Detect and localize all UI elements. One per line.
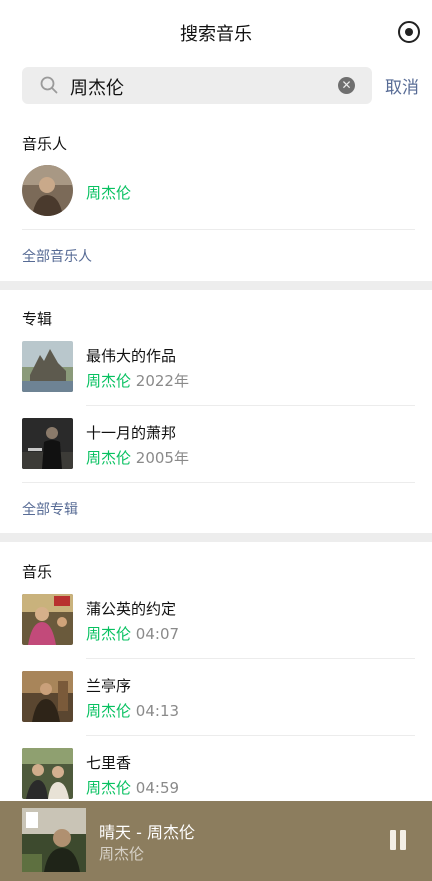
- section-title-artists: 音乐人: [22, 135, 68, 153]
- song-cover: [22, 594, 73, 645]
- song-title: 蒲公英的约定: [86, 600, 177, 618]
- search-input[interactable]: 周杰伦 ✕: [22, 67, 372, 104]
- header: 搜索音乐: [0, 0, 432, 62]
- section-title-albums: 专辑: [22, 310, 53, 328]
- album-artist: 周杰伦: [86, 449, 132, 467]
- album-meta: 周杰伦 2005年: [86, 447, 189, 468]
- now-playing-title: 晴天 - 周杰伦: [99, 823, 195, 842]
- song-artist: 周杰伦: [86, 702, 132, 720]
- song-artist: 周杰伦: [86, 779, 132, 797]
- song-row[interactable]: 兰亭序 周杰伦 04:13: [0, 663, 432, 733]
- clear-icon[interactable]: ✕: [338, 77, 355, 94]
- all-artists-link[interactable]: 全部音乐人: [22, 246, 92, 266]
- divider: [86, 735, 415, 736]
- song-cover: [22, 671, 73, 722]
- album-year: 2022年: [135, 372, 189, 390]
- search-query[interactable]: 周杰伦: [70, 74, 124, 100]
- album-row[interactable]: 十一月的萧邦 周杰伦 2005年: [0, 410, 432, 480]
- album-artist: 周杰伦: [86, 372, 132, 390]
- song-title: 兰亭序: [86, 677, 132, 695]
- song-duration: 04:13: [135, 702, 180, 720]
- section-divider: [0, 533, 432, 542]
- page-title: 搜索音乐: [180, 24, 252, 45]
- song-cover: [22, 748, 73, 799]
- search-icon: [40, 76, 58, 94]
- album-title: 十一月的萧邦: [86, 424, 177, 442]
- song-row[interactable]: 七里香 周杰伦 04:59: [0, 740, 432, 810]
- now-playing-artist: 周杰伦: [99, 845, 145, 863]
- divider: [22, 229, 415, 230]
- album-year: 2005年: [135, 449, 189, 467]
- cancel-button[interactable]: 取消: [385, 73, 419, 98]
- section-title-songs: 音乐: [22, 563, 53, 581]
- divider: [86, 658, 415, 659]
- song-title: 七里香: [86, 754, 132, 772]
- album-row[interactable]: 最伟大的作品 周杰伦 2022年: [0, 333, 432, 403]
- song-meta: 周杰伦 04:59: [86, 777, 179, 798]
- now-playing-cover: [22, 808, 86, 872]
- section-divider: [0, 281, 432, 290]
- album-cover: [22, 418, 73, 469]
- target-icon[interactable]: [398, 21, 420, 43]
- all-albums-link[interactable]: 全部专辑: [22, 499, 78, 519]
- avatar: [22, 165, 73, 216]
- song-artist: 周杰伦: [86, 625, 132, 643]
- divider: [22, 482, 415, 483]
- pause-icon[interactable]: [388, 830, 408, 850]
- song-duration: 04:59: [135, 779, 180, 797]
- now-playing-bar[interactable]: 晴天 - 周杰伦 周杰伦: [0, 801, 432, 881]
- artist-row[interactable]: 周杰伦: [0, 157, 432, 227]
- song-row[interactable]: 蒲公英的约定 周杰伦 04:07: [0, 586, 432, 656]
- song-meta: 周杰伦 04:13: [86, 700, 179, 721]
- divider: [86, 405, 415, 406]
- album-meta: 周杰伦 2022年: [86, 370, 189, 391]
- song-duration: 04:07: [135, 625, 180, 643]
- artist-name: 周杰伦: [86, 184, 132, 202]
- album-cover: [22, 341, 73, 392]
- song-meta: 周杰伦 04:07: [86, 623, 179, 644]
- album-title: 最伟大的作品: [86, 347, 177, 365]
